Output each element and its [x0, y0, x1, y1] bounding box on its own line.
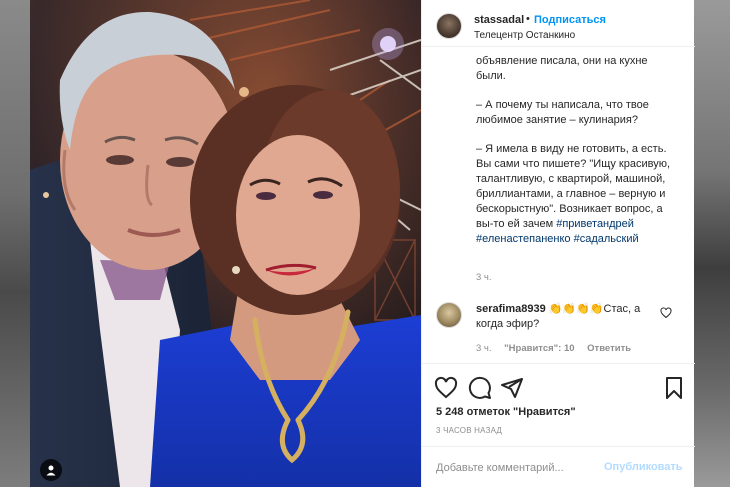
user-tag-icon [46, 465, 56, 476]
reply-button[interactable]: Ответить [587, 343, 631, 354]
commenter-avatar[interactable] [436, 302, 462, 328]
commenter-username[interactable]: serafima8939 [476, 303, 546, 315]
heart-icon[interactable] [660, 307, 672, 319]
author-username[interactable]: stassadal [474, 14, 524, 26]
comment-icon[interactable] [468, 376, 492, 400]
bookmark-icon[interactable] [662, 376, 686, 400]
caption-paragraph-3: – Я имела в виду не готовить, а есть. Вы… [476, 142, 676, 247]
post-header: stassadal • Подписаться Телецентр Останк… [422, 0, 695, 47]
publish-comment-button[interactable]: Опубликовать [604, 461, 683, 473]
caption-paragraph-2: – А почему ты написала, что твое любимое… [476, 99, 649, 126]
post-location[interactable]: Телецентр Останкино [474, 30, 575, 41]
caption-paragraph-1: объявление писала, они на кухне были. [476, 55, 648, 82]
caption-timestamp[interactable]: 3 ч. [476, 272, 492, 283]
add-comment-bar: Опубликовать [422, 446, 695, 487]
background-feed-left [0, 0, 30, 487]
comments-list[interactable]: объявление писала, они на кухне были. – … [422, 48, 695, 363]
author-avatar[interactable] [436, 13, 462, 39]
paper-plane-icon[interactable] [500, 376, 524, 400]
comment-timestamp[interactable]: 3 ч. [476, 343, 492, 354]
hashtag-link[interactable]: #садальский [574, 233, 639, 245]
comment-meta: 3 ч. "Нравится": 10 Ответить [476, 343, 641, 354]
selfie-photo [30, 0, 421, 487]
comment-body: serafima8939 👏👏👏👏Стас, а когда эфир? [476, 302, 656, 332]
follow-button[interactable]: Подписаться [534, 14, 606, 26]
comment-input[interactable] [436, 459, 596, 477]
post-caption: объявление писала, они на кухне были. – … [476, 54, 676, 247]
post-photo[interactable] [30, 0, 421, 487]
post-timestamp[interactable]: 3 ЧАСОВ НАЗАД [436, 426, 502, 435]
likes-count[interactable]: 5 248 отметок "Нравится" [436, 406, 576, 418]
header-separator: • [526, 13, 530, 25]
post-actions: 5 248 отметок "Нравится" 3 ЧАСОВ НАЗАД [422, 363, 695, 441]
background-feed-right [694, 0, 730, 487]
heart-icon[interactable] [434, 376, 458, 400]
post-modal: stassadal • Подписаться Телецентр Останк… [0, 0, 730, 487]
post-sidebar: stassadal • Подписаться Телецентр Останк… [421, 0, 695, 487]
hashtag-link[interactable]: #приветандрей [556, 218, 634, 230]
hashtag-link[interactable]: #еленастепаненко [476, 233, 571, 245]
comment-likes[interactable]: "Нравится": 10 [504, 343, 574, 354]
caption-text: – Я имела в виду не готовить, а есть. Вы… [476, 143, 671, 230]
tagged-users-button[interactable] [40, 459, 62, 481]
